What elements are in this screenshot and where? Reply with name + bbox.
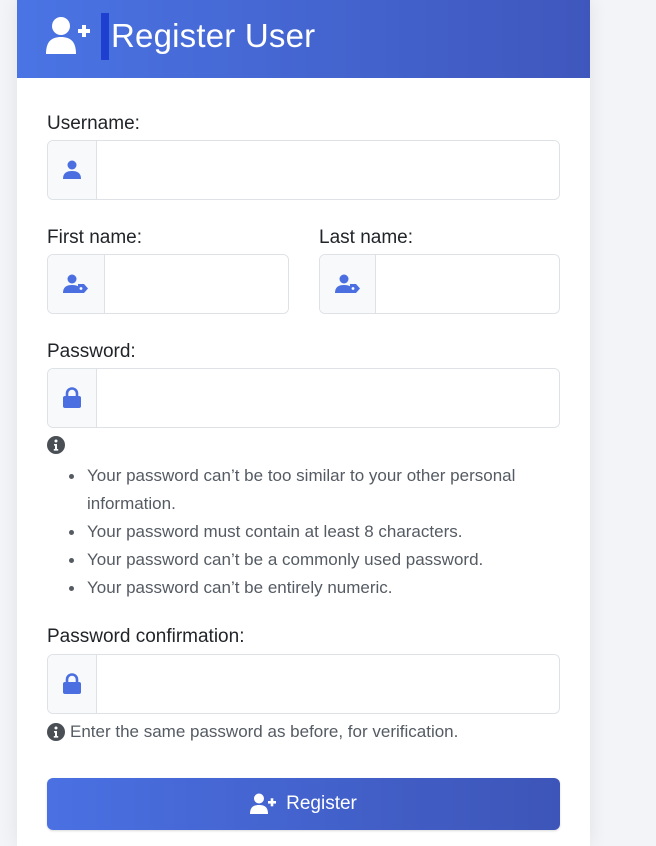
password-help-item: Your password can’t be entirely numeric.	[47, 574, 557, 602]
password-input-group	[47, 368, 560, 428]
username-input[interactable]	[97, 141, 559, 199]
card-header: Register User	[17, 0, 590, 78]
user-tag-icon	[334, 274, 360, 293]
lock-icon	[63, 673, 81, 694]
info-icon	[47, 436, 65, 454]
info-icon	[47, 723, 65, 741]
page-title: Register User	[111, 17, 316, 54]
user-tag-icon	[63, 274, 88, 293]
lock-icon	[63, 387, 81, 408]
password-input[interactable]	[97, 369, 559, 427]
password-help-item: Your password can’t be a commonly used p…	[47, 546, 557, 574]
first-name-input-group	[47, 254, 289, 314]
text-cursor-indicator	[101, 13, 109, 60]
last-name-addon	[320, 255, 376, 313]
password-confirmation-input[interactable]	[97, 655, 559, 713]
password-addon	[48, 369, 97, 427]
password-confirmation-input-group	[47, 654, 560, 714]
last-name-input[interactable]	[376, 255, 559, 313]
password-help-item: Your password must contain at least 8 ch…	[47, 518, 557, 546]
last-name-label: Last name:	[319, 227, 413, 248]
password-help-list: Your password can’t be too similar to yo…	[47, 462, 557, 602]
last-name-input-group	[319, 254, 560, 314]
password-help-item: Your password can’t be too similar to yo…	[47, 462, 557, 518]
username-label: Username:	[47, 113, 140, 134]
first-name-label: First name:	[47, 227, 143, 248]
user-plus-icon	[46, 17, 90, 54]
password-confirmation-help: Enter the same password as before, for v…	[70, 722, 459, 741]
username-addon	[48, 141, 97, 199]
register-button[interactable]: Register	[47, 778, 560, 830]
user-icon	[63, 160, 81, 179]
password-label: Password:	[47, 341, 136, 362]
first-name-input[interactable]	[105, 255, 288, 313]
register-button-label: Register	[286, 793, 357, 814]
user-plus-icon	[250, 793, 277, 814]
username-input-group	[47, 140, 560, 200]
password-confirmation-label: Password confirmation:	[47, 626, 245, 647]
first-name-addon	[48, 255, 105, 313]
password-confirmation-addon	[48, 655, 97, 713]
